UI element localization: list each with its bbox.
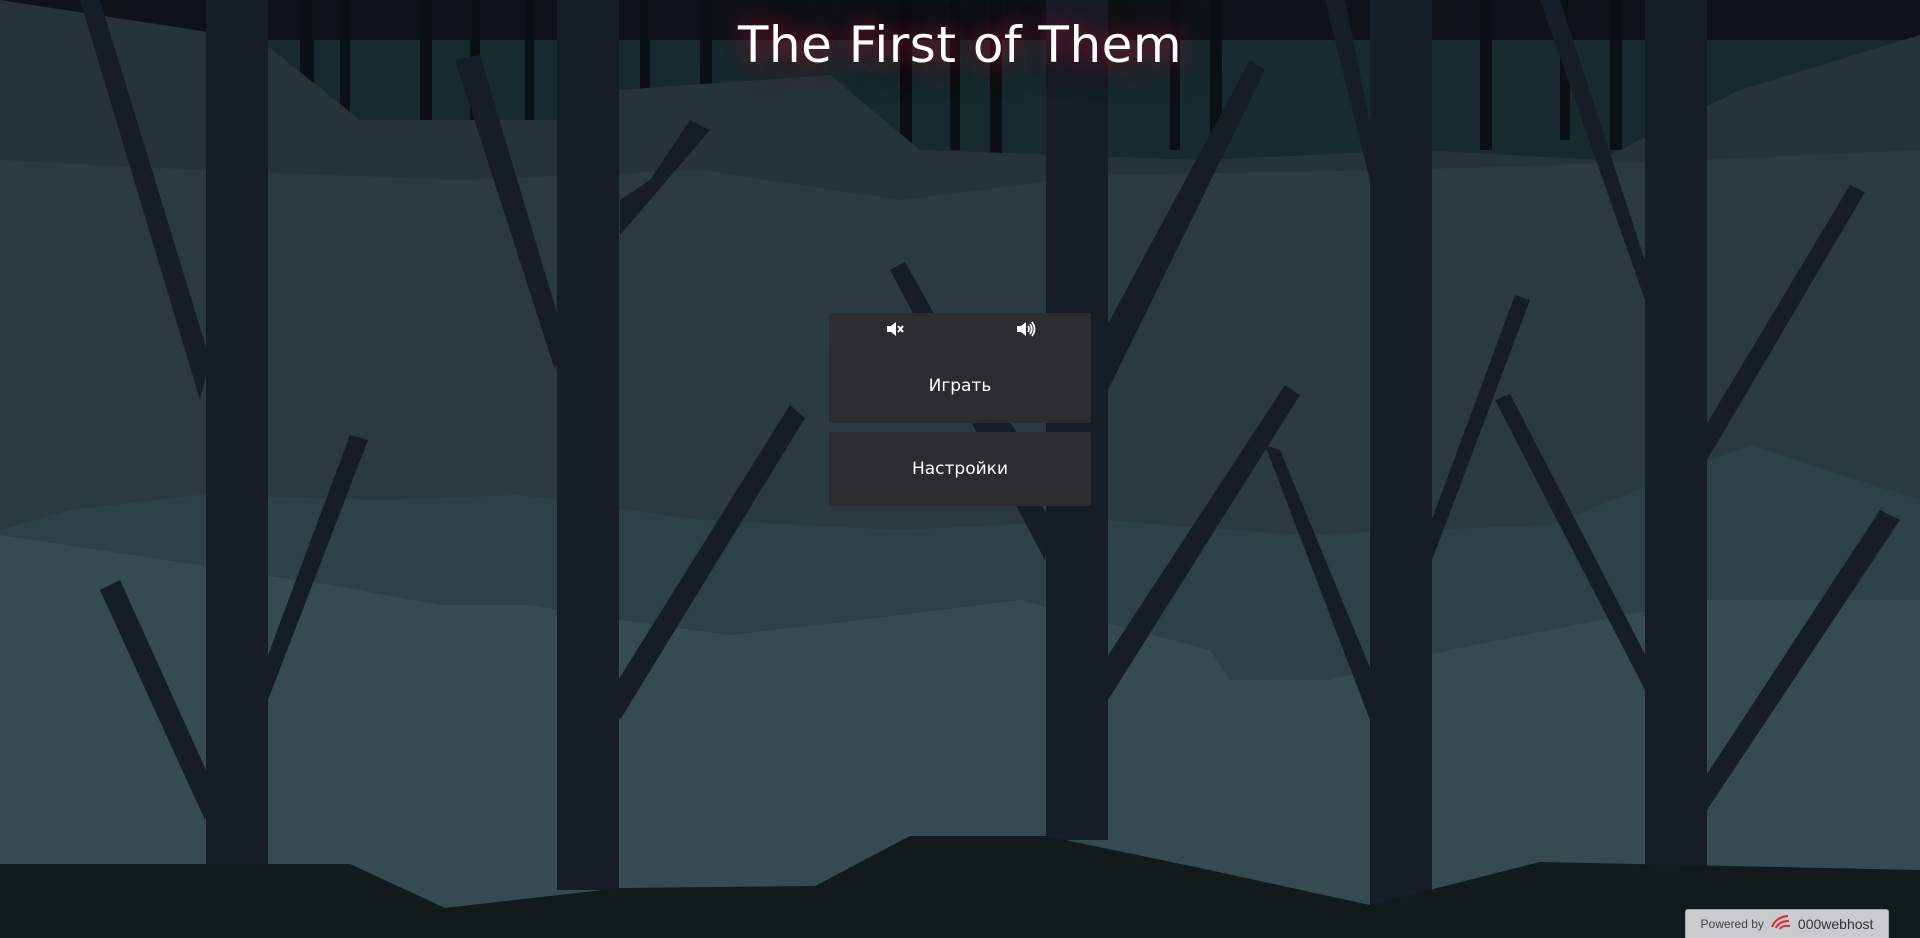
game-title: The First of Them xyxy=(737,16,1183,74)
main-menu: Играть Настройки xyxy=(829,313,1091,506)
powered-by-badge[interactable]: Powered by 000webhost xyxy=(1685,909,1889,938)
000webhost-logo-icon xyxy=(1770,913,1792,936)
powered-by-label: Powered by xyxy=(1700,917,1764,931)
sound-controls xyxy=(829,313,1091,349)
speaker-volume-icon xyxy=(1016,321,1036,341)
host-name: 000webhost xyxy=(1797,916,1874,932)
settings-button[interactable]: Настройки xyxy=(829,432,1091,506)
play-button[interactable]: Играть xyxy=(829,349,1091,423)
sound-off-button[interactable] xyxy=(829,313,960,349)
sound-on-button[interactable] xyxy=(960,313,1091,349)
speaker-muted-icon xyxy=(886,321,904,341)
